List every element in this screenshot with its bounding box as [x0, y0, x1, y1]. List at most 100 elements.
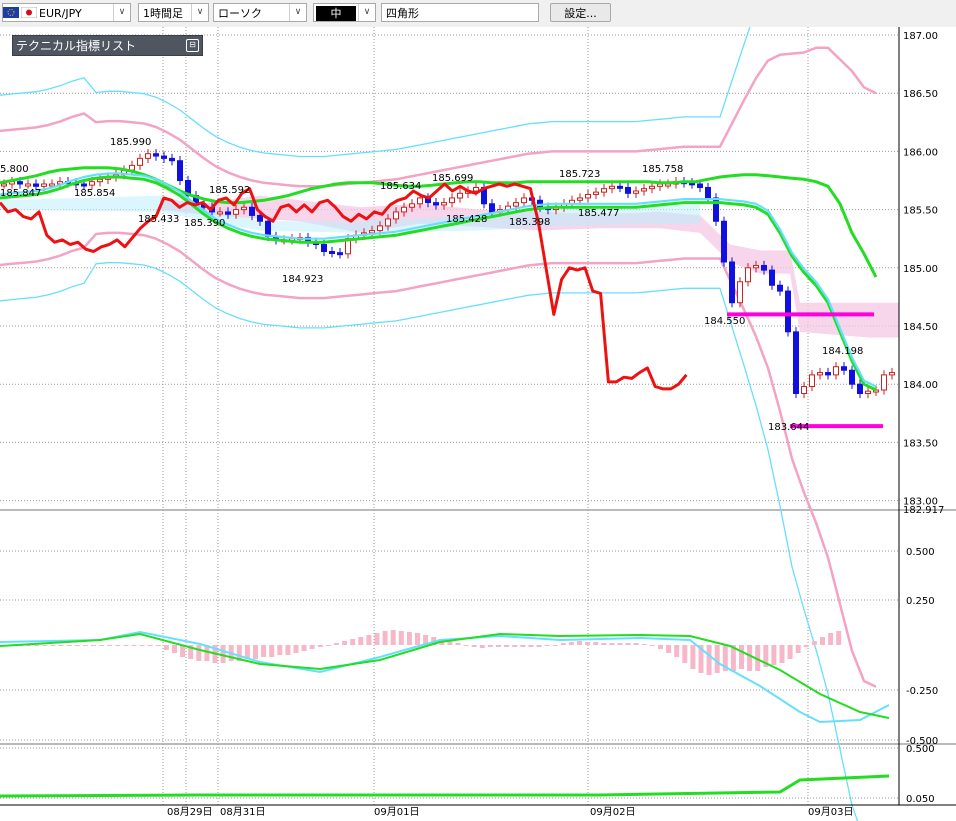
candle: [385, 218, 391, 227]
x-tick-label: 09月02日: [590, 806, 635, 818]
chart-style-select[interactable]: ローソク ∨: [213, 3, 307, 22]
indicator-list-panel[interactable]: テクニカル指標リスト ⊟: [12, 35, 203, 56]
histogram-bar: [771, 645, 777, 665]
histogram-bar: [374, 633, 380, 645]
price-label: 184.550: [704, 316, 745, 327]
candle: [329, 251, 335, 255]
histogram-bar: [828, 633, 834, 645]
currency-pair-select[interactable]: EUR/JPY ∨: [2, 3, 131, 22]
candle: [337, 252, 343, 256]
y-tick-label: 0.500: [906, 547, 935, 558]
line-width-select[interactable]: 中 ∨: [313, 3, 376, 22]
chevron-down-icon[interactable]: ∨: [358, 4, 375, 21]
histogram-bar: [787, 645, 793, 659]
candle: [321, 244, 327, 253]
candle: [841, 366, 847, 371]
histogram-bar: [325, 645, 331, 646]
candle: [777, 284, 783, 292]
histogram-bar: [690, 645, 696, 669]
histogram-bar: [107, 645, 113, 646]
candle: [817, 372, 823, 376]
chevron-down-icon[interactable]: ∨: [191, 4, 208, 21]
histogram-bar: [617, 643, 623, 645]
histogram-bar: [42, 645, 48, 646]
histogram-bar: [536, 645, 542, 647]
candle: [49, 183, 55, 187]
price-label: 185.428: [446, 214, 487, 225]
candle: [761, 264, 767, 271]
candle: [233, 209, 239, 215]
y-tick-label: 187.00: [903, 31, 938, 42]
histogram-bar: [317, 645, 323, 647]
candle: [825, 372, 831, 376]
candle: [865, 390, 871, 395]
histogram-bar: [641, 644, 647, 645]
y-tick-label: 186.50: [903, 89, 938, 100]
candle: [625, 186, 631, 194]
price-label: 185.854: [74, 188, 115, 199]
price-label: 184.198: [822, 346, 863, 357]
candle: [169, 157, 175, 162]
x-tick-label: 08月29日: [167, 806, 212, 818]
candle: [257, 214, 263, 222]
histogram-bar: [301, 645, 307, 651]
price-label: 185.592: [209, 185, 250, 196]
histogram-bar: [682, 645, 688, 663]
minimize-icon[interactable]: ⊟: [186, 39, 199, 52]
price-label: 183.644: [768, 422, 809, 433]
candle: [849, 369, 855, 385]
histogram-bar: [820, 637, 825, 645]
candle: [617, 185, 623, 189]
candle: [633, 190, 639, 194]
y-tick-label: 184.00: [903, 380, 938, 391]
histogram-bar: [139, 645, 145, 646]
histogram-bar: [649, 645, 655, 646]
shape-field[interactable]: 四角形: [381, 3, 539, 22]
candle: [769, 269, 775, 286]
chevron-down-icon[interactable]: ∨: [289, 4, 306, 21]
histogram-bar: [366, 635, 372, 645]
histogram-bar: [131, 645, 137, 646]
histogram-bar: [50, 645, 56, 646]
price-label: 185.723: [559, 169, 600, 180]
candle: [393, 211, 399, 220]
price-label: 185.699: [432, 173, 473, 184]
candle: [737, 281, 743, 304]
candle: [25, 183, 31, 187]
chevron-down-icon[interactable]: ∨: [113, 4, 130, 21]
histogram-bar: [342, 641, 348, 645]
settings-button[interactable]: 設定...: [550, 3, 611, 22]
histogram-bar: [147, 645, 153, 646]
candle: [577, 197, 583, 201]
histogram-bar: [836, 631, 842, 645]
candle: [1, 183, 7, 187]
x-tick-label: 08月31日: [220, 806, 265, 818]
histogram-bar: [666, 645, 672, 653]
candle: [521, 197, 527, 204]
timeframe-select[interactable]: 1時間足 ∨: [138, 3, 209, 22]
candle: [177, 160, 183, 182]
candle: [377, 225, 383, 232]
histogram-bar: [382, 631, 388, 645]
candle: [441, 202, 447, 206]
histogram-bar: [277, 645, 283, 655]
candle: [265, 220, 271, 237]
candle: [649, 185, 655, 190]
candle: [41, 183, 47, 187]
histogram-bar: [552, 645, 558, 646]
histogram-bar: [512, 645, 518, 647]
candle: [585, 193, 591, 199]
histogram-bar: [674, 645, 680, 657]
x-tick-label: 09月01日: [374, 806, 419, 818]
price-label: 185.398: [509, 217, 550, 228]
current-value-label: 182.917: [903, 505, 944, 516]
y-tick-label: 184.50: [903, 322, 938, 333]
price-label: 185.390: [184, 218, 225, 229]
histogram-bar: [811, 641, 817, 645]
price-label: 5.800: [0, 164, 29, 175]
chart-area[interactable]: 185.990 185.847 185.854 185.433 185.592 185.3…: [0, 27, 956, 821]
histogram-bar: [123, 645, 129, 646]
candle: [457, 192, 463, 199]
candle: [81, 183, 87, 187]
histogram-bar: [66, 645, 72, 646]
